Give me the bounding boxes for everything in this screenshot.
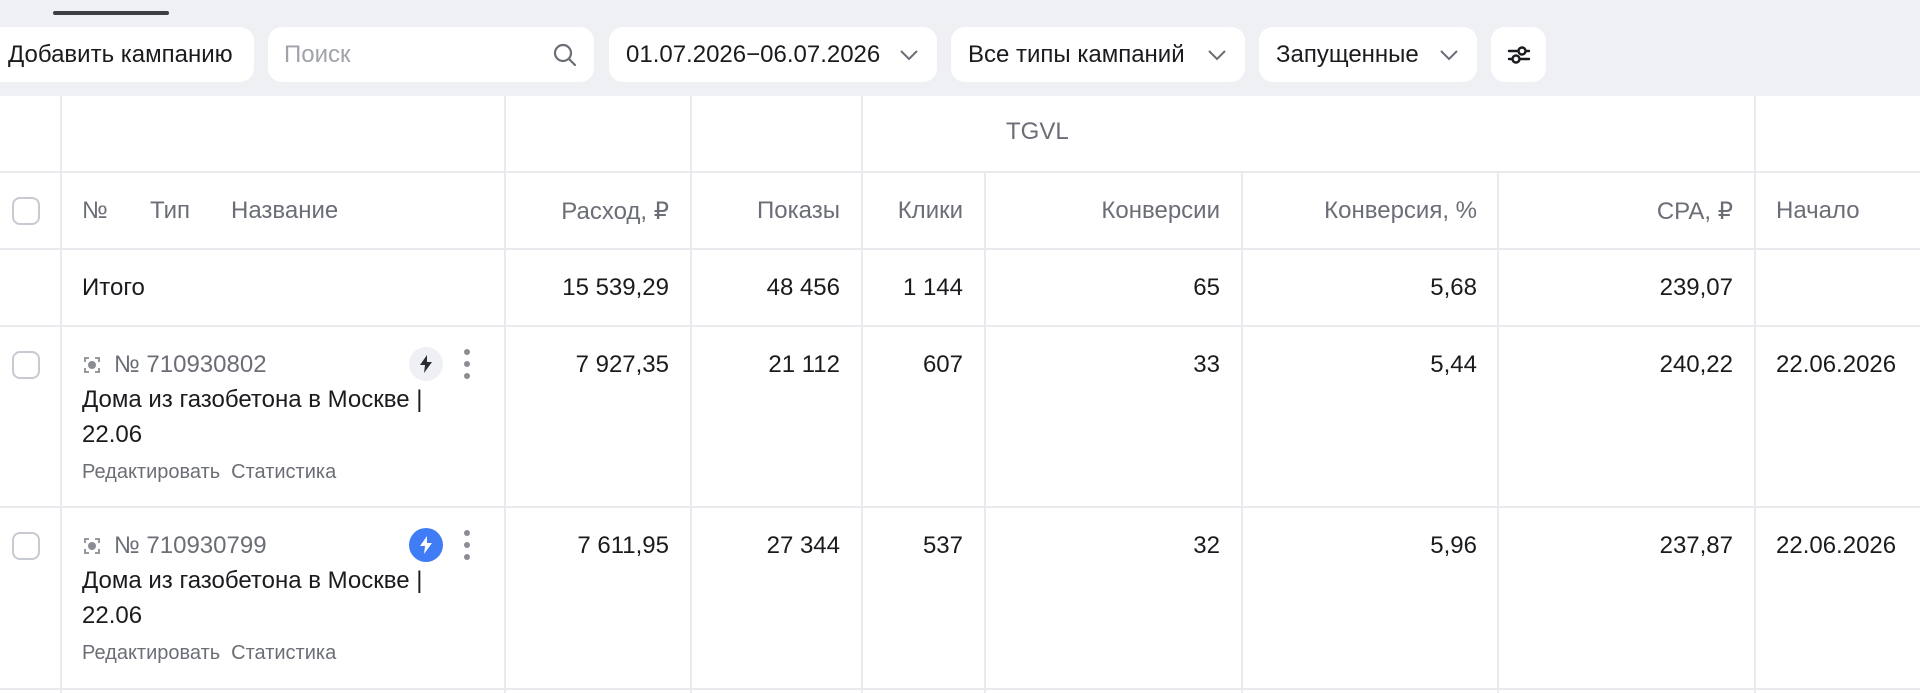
col-divider bbox=[1497, 172, 1499, 693]
total-label: Итого bbox=[82, 274, 145, 301]
search-input[interactable]: Поиск bbox=[268, 27, 594, 82]
row-actions: Редактировать Статистика bbox=[82, 642, 347, 665]
search-placeholder: Поиск bbox=[284, 40, 351, 68]
campaign-id-text: № 710930799 bbox=[114, 532, 267, 559]
campaign-id[interactable]: № 710930802 bbox=[82, 351, 267, 379]
cell-conversions: 33 bbox=[1193, 351, 1220, 378]
more-menu-icon[interactable] bbox=[460, 347, 474, 381]
header-type[interactable]: Тип bbox=[150, 197, 190, 225]
header-cpa[interactable]: CPA, ₽ bbox=[1497, 197, 1733, 226]
header-name[interactable]: Название bbox=[231, 197, 338, 225]
cell-conversion-rate: 5,44 bbox=[1430, 351, 1477, 378]
cell-spend: 7 927,35 bbox=[575, 351, 669, 378]
cell-clicks: 537 bbox=[922, 532, 963, 559]
header-spend[interactable]: Расход, ₽ bbox=[504, 197, 669, 226]
edit-link[interactable]: Редактировать bbox=[82, 461, 220, 483]
date-range-value: 01.07.2026−06.07.2026 bbox=[626, 40, 881, 68]
row-checkbox[interactable] bbox=[12, 351, 40, 379]
col-divider bbox=[984, 172, 986, 693]
total-conversions: 65 bbox=[1193, 274, 1220, 301]
group-header-tgvl: TGVL bbox=[1006, 118, 1069, 145]
row-divider bbox=[0, 506, 1920, 508]
chevron-down-icon bbox=[1439, 49, 1459, 61]
col-divider bbox=[1754, 96, 1756, 693]
target-icon bbox=[82, 355, 102, 375]
status-value: Запущенные bbox=[1276, 40, 1419, 68]
more-menu-icon[interactable] bbox=[460, 528, 474, 562]
edit-link[interactable]: Редактировать bbox=[82, 642, 220, 664]
cell-impressions: 27 344 bbox=[766, 532, 840, 559]
cell-conversion-rate: 5,96 bbox=[1430, 532, 1477, 559]
cell-cpa: 240,22 bbox=[1659, 351, 1733, 378]
cell-start-date: 22.06.2026 bbox=[1776, 351, 1897, 378]
row-checkbox[interactable] bbox=[12, 532, 40, 560]
campaign-id-text: № 710930802 bbox=[114, 351, 267, 378]
bolt-icon[interactable] bbox=[409, 528, 443, 562]
status-select[interactable]: Запущенные bbox=[1259, 27, 1477, 82]
campaign-types-select[interactable]: Все типы кампаний bbox=[951, 27, 1245, 82]
sliders-icon bbox=[1506, 42, 1532, 68]
add-campaign-button[interactable]: Добавить кампанию bbox=[0, 27, 254, 82]
chevron-down-icon bbox=[899, 49, 919, 61]
campaign-types-value: Все типы кампаний bbox=[968, 40, 1185, 68]
search-icon[interactable] bbox=[552, 42, 578, 68]
col-divider bbox=[1241, 172, 1243, 693]
col-divider bbox=[861, 96, 863, 693]
select-all-checkbox[interactable] bbox=[12, 197, 40, 225]
statistics-link[interactable]: Статистика bbox=[231, 461, 336, 483]
row-actions: Редактировать Статистика bbox=[82, 461, 347, 484]
target-icon bbox=[82, 536, 102, 556]
cell-clicks: 607 bbox=[922, 351, 963, 378]
col-divider bbox=[60, 96, 62, 693]
header-conversions[interactable]: Конверсии bbox=[984, 197, 1220, 225]
column-settings-button[interactable] bbox=[1491, 27, 1546, 82]
add-campaign-label: Добавить кампанию bbox=[8, 40, 233, 68]
total-spend: 15 539,29 bbox=[562, 274, 669, 301]
cell-conversions: 32 bbox=[1193, 532, 1220, 559]
row-divider bbox=[0, 688, 1920, 690]
campaign-name[interactable]: Дома из газобетона в Москве | 22.06 bbox=[82, 563, 442, 633]
col-divider bbox=[690, 96, 692, 693]
active-tab-indicator bbox=[53, 11, 169, 15]
statistics-link[interactable]: Статистика bbox=[231, 642, 336, 664]
total-cpa: 239,07 bbox=[1659, 274, 1733, 301]
row-divider bbox=[0, 248, 1920, 250]
row-divider bbox=[0, 171, 1920, 173]
cell-start-date: 22.06.2026 bbox=[1776, 532, 1897, 559]
chevron-down-icon bbox=[1207, 49, 1227, 61]
cell-impressions: 21 112 bbox=[768, 351, 840, 378]
campaign-name[interactable]: Дома из газобетона в Москве | 22.06 bbox=[82, 382, 442, 452]
header-start[interactable]: Начало bbox=[1776, 197, 1860, 225]
header-impressions[interactable]: Показы bbox=[690, 197, 840, 225]
total-conversion-rate: 5,68 bbox=[1430, 274, 1477, 301]
bolt-icon[interactable] bbox=[409, 347, 443, 381]
header-conversion-rate[interactable]: Конверсия, % bbox=[1241, 197, 1477, 225]
header-clicks[interactable]: Клики bbox=[861, 197, 963, 225]
header-num[interactable]: № bbox=[82, 197, 108, 225]
campaign-id[interactable]: № 710930799 bbox=[82, 532, 267, 560]
cell-spend: 7 611,95 bbox=[577, 532, 669, 559]
cell-cpa: 237,87 bbox=[1659, 532, 1733, 559]
date-range-select[interactable]: 01.07.2026−06.07.2026 bbox=[609, 27, 937, 82]
row-divider bbox=[0, 325, 1920, 327]
col-divider bbox=[504, 96, 506, 693]
total-impressions: 48 456 bbox=[766, 274, 840, 301]
toolbar: Добавить кампанию Поиск 01.07.2026−06.07… bbox=[0, 0, 1920, 96]
total-clicks: 1 144 bbox=[902, 274, 963, 301]
